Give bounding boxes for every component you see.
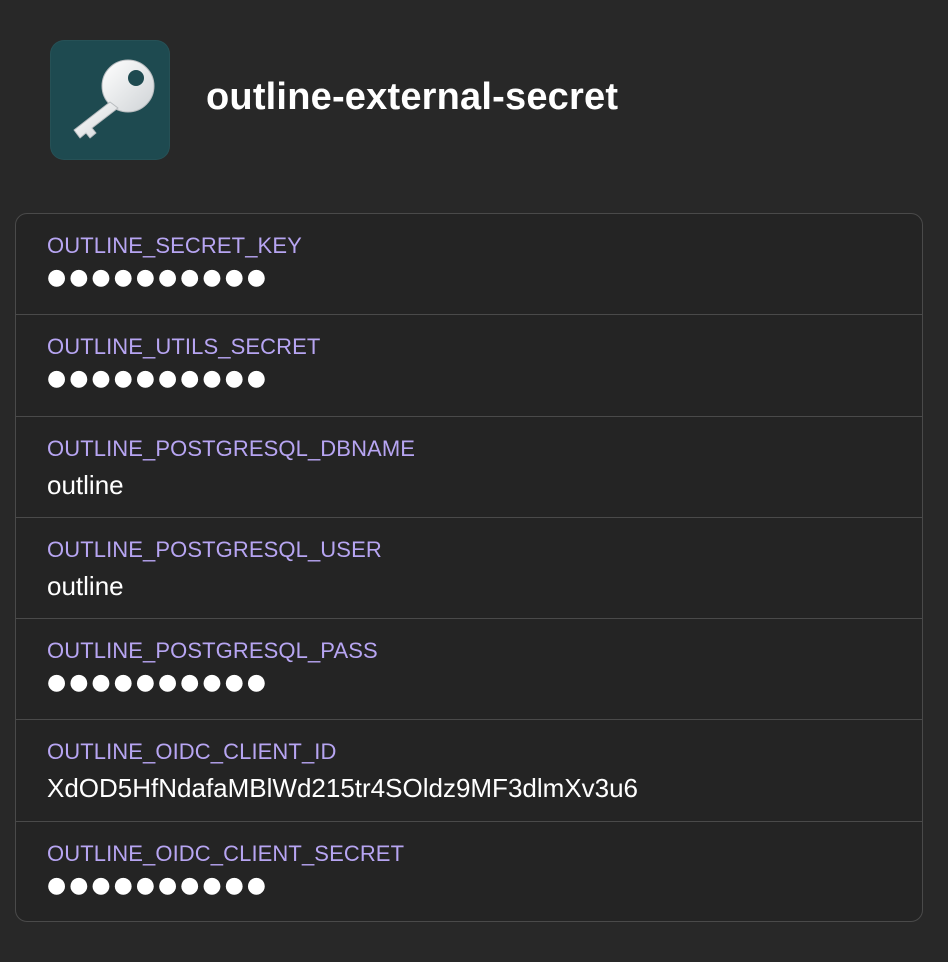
field-value-masked[interactable]: ●●●●●●●●●●	[47, 265, 269, 290]
field-label: OUTLINE_POSTGRESQL_PASS	[47, 638, 378, 664]
key-icon	[50, 40, 170, 160]
secret-header: outline-external-secret	[0, 0, 948, 200]
field-value[interactable]: outline	[47, 571, 124, 602]
field-value-masked[interactable]: ●●●●●●●●●●	[47, 670, 269, 695]
field-row-postgresql-pass[interactable]: OUTLINE_POSTGRESQL_PASS ●●●●●●●●●●	[16, 619, 922, 721]
field-label: OUTLINE_POSTGRESQL_DBNAME	[47, 435, 416, 461]
field-value-masked[interactable]: ●●●●●●●●●●	[47, 366, 269, 391]
field-label: OUTLINE_OIDC_CLIENT_ID	[47, 739, 337, 765]
field-row-postgresql-dbname[interactable]: OUTLINE_POSTGRESQL_DBNAME outline	[16, 417, 922, 518]
field-label: OUTLINE_OIDC_CLIENT_SECRET	[47, 840, 405, 866]
page-title: outline-external-secret	[206, 76, 619, 118]
field-row-secret-key[interactable]: OUTLINE_SECRET_KEY ●●●●●●●●●●	[16, 214, 922, 316]
field-label: OUTLINE_UTILS_SECRET	[47, 334, 321, 360]
field-value[interactable]: outline	[47, 470, 124, 501]
field-label: OUTLINE_SECRET_KEY	[47, 233, 302, 258]
field-row-utils-secret[interactable]: OUTLINE_UTILS_SECRET ●●●●●●●●●●	[16, 315, 922, 417]
field-row-oidc-client-secret[interactable]: OUTLINE_OIDC_CLIENT_SECRET ●●●●●●●●●●	[16, 822, 922, 921]
field-value-masked[interactable]: ●●●●●●●●●●	[47, 873, 269, 898]
secret-fields-panel: OUTLINE_SECRET_KEY ●●●●●●●●●● OUTLINE_UT…	[15, 213, 923, 922]
field-value[interactable]: XdOD5HfNdafaMBlWd215tr4SOldz9MF3dlmXv3u6	[47, 773, 638, 804]
field-row-oidc-client-id[interactable]: OUTLINE_OIDC_CLIENT_ID XdOD5HfNdafaMBlWd…	[16, 720, 922, 822]
field-row-postgresql-user[interactable]: OUTLINE_POSTGRESQL_USER outline	[16, 518, 922, 620]
field-label: OUTLINE_POSTGRESQL_USER	[47, 536, 382, 562]
